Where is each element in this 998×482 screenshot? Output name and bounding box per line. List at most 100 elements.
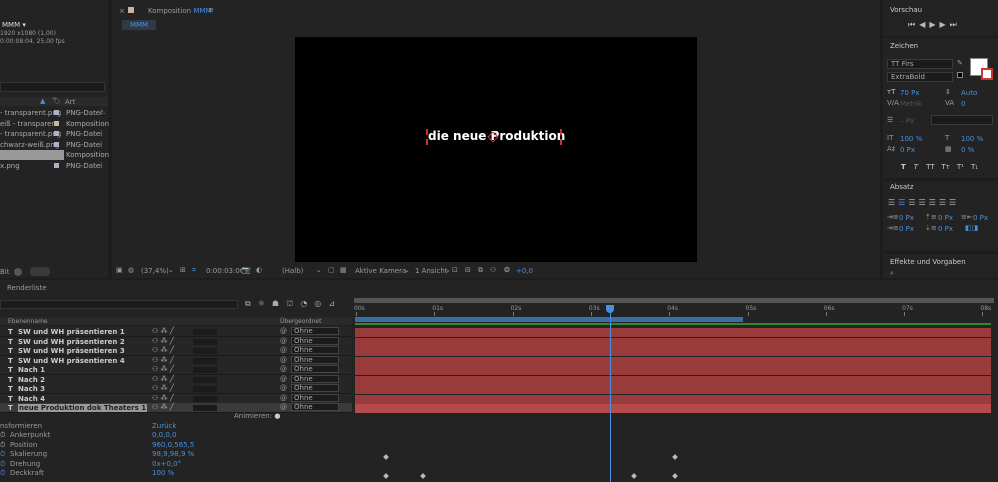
layer-switch-box[interactable] bbox=[193, 376, 217, 383]
text-bbox-handle-left[interactable] bbox=[426, 129, 431, 145]
layer-switch-box[interactable] bbox=[193, 329, 217, 335]
label-tag-icon[interactable]: 🏷 bbox=[52, 97, 61, 105]
prev-frame-icon[interactable]: ◀ bbox=[919, 20, 929, 29]
snapshot-icon[interactable]: 📷 bbox=[242, 266, 251, 274]
keyframe-icon[interactable] bbox=[383, 454, 389, 460]
pickwhip-icon[interactable]: @ bbox=[280, 365, 287, 373]
region-icon[interactable]: ⌗ bbox=[192, 266, 196, 275]
property-value[interactable]: 100 % bbox=[152, 469, 174, 477]
resolution-dropdown[interactable]: (Halb) bbox=[282, 267, 303, 275]
transform-property[interactable]: ⏱ Ankerpunkt 0,0,0,0 bbox=[0, 431, 352, 440]
eyedropper-icon[interactable]: ✎ bbox=[957, 59, 963, 67]
keyframe-icon[interactable] bbox=[383, 473, 389, 479]
bpc-label[interactable]: Bit bbox=[0, 268, 10, 276]
effects-search-icon[interactable]: ⌕ bbox=[890, 269, 894, 278]
first-line-value[interactable]: 0 Px bbox=[899, 225, 914, 233]
roi-icon[interactable]: ▢ bbox=[328, 266, 335, 274]
pickwhip-icon[interactable]: @ bbox=[280, 384, 287, 392]
property-value[interactable]: 960,0,565,5 bbox=[152, 441, 194, 449]
justify-all-icon[interactable]: ☰ bbox=[949, 198, 959, 207]
always-preview-icon[interactable]: ▣ bbox=[116, 266, 123, 274]
transform-property[interactable]: ⏱ Skalierung 98,9,98,9 % bbox=[0, 450, 352, 459]
exposure-value[interactable]: +0,0 bbox=[516, 267, 533, 275]
layer-switch-box[interactable] bbox=[193, 395, 217, 402]
work-area-range[interactable] bbox=[355, 317, 743, 322]
toggle-icon[interactable] bbox=[14, 268, 22, 276]
layer-duration-bar[interactable] bbox=[355, 356, 991, 366]
exposure-icon[interactable]: ❂ bbox=[504, 266, 510, 274]
resolution-chevron-icon[interactable]: ⌄ bbox=[316, 266, 322, 274]
layer-switches-icon[interactable]: ⚇ ⁂ ╱ bbox=[152, 394, 174, 402]
align-left-icon[interactable]: ☰ bbox=[888, 198, 898, 207]
layer-duration-bar[interactable] bbox=[355, 375, 991, 385]
parent-dropdown[interactable]: Ohne bbox=[291, 346, 339, 354]
stopwatch-icon[interactable]: ⏱ bbox=[0, 450, 5, 459]
project-item[interactable]: - transparent.png PNG-Datei bbox=[0, 108, 108, 118]
layer-duration-bar[interactable] bbox=[355, 337, 991, 347]
layer-switches-icon[interactable]: ⚇ ⁂ ╱ bbox=[152, 327, 174, 335]
property-value[interactable]: 0x+0,0° bbox=[152, 460, 181, 468]
comp-flowchart-icon[interactable]: ⧉ bbox=[245, 299, 258, 308]
render-queue-tab[interactable]: Renderliste bbox=[7, 284, 47, 292]
justify-right-icon[interactable]: ☰ bbox=[939, 198, 949, 207]
toggle-pixel-icon[interactable]: ⊡ bbox=[452, 266, 458, 274]
trash-icon[interactable] bbox=[30, 267, 50, 276]
pickwhip-icon[interactable]: @ bbox=[280, 356, 287, 364]
leading-value[interactable]: Auto bbox=[961, 89, 977, 97]
transform-property[interactable]: ⏱ Position 960,0,565,5 bbox=[0, 441, 352, 450]
transparency-grid-icon[interactable]: ▦ bbox=[340, 266, 347, 274]
kerning-value[interactable]: Metrik bbox=[900, 100, 922, 108]
pickwhip-icon[interactable]: @ bbox=[280, 375, 287, 383]
keyframe-icon[interactable] bbox=[420, 473, 426, 479]
project-item[interactable]: chwarz-weiß.png PNG-Datei bbox=[0, 140, 108, 150]
graph-button-icon[interactable]: ⊿ bbox=[328, 299, 342, 308]
layer-switch-box[interactable] bbox=[193, 405, 217, 411]
indent-left-value[interactable]: 0 Px bbox=[899, 214, 914, 222]
pickwhip-icon[interactable]: @ bbox=[280, 346, 287, 354]
animate-add-icon[interactable]: ● bbox=[274, 412, 280, 420]
property-value[interactable]: 0,0,0,0 bbox=[152, 431, 177, 439]
sort-arrow-icon[interactable]: ▲ bbox=[40, 97, 45, 105]
text-bbox-handle-right[interactable] bbox=[557, 129, 562, 145]
shy-icon[interactable]: ☗ bbox=[272, 299, 286, 308]
layer-duration-bar[interactable] bbox=[355, 347, 991, 356]
align-right-icon[interactable]: ☰ bbox=[908, 198, 918, 207]
comp-name[interactable]: MMM ▾ bbox=[2, 21, 26, 29]
keyframe-icon[interactable] bbox=[631, 473, 637, 479]
layer-duration-bar[interactable] bbox=[355, 394, 991, 404]
comp-tab[interactable]: MMM bbox=[122, 20, 156, 30]
views-dropdown[interactable]: 1 Ansicht bbox=[415, 267, 448, 275]
faux-bold-button[interactable]: T bbox=[901, 163, 906, 171]
layer-row[interactable]: T SW und WH präsentieren 1 ⚇ ⁂ ╱ @ Ohne bbox=[0, 327, 352, 337]
font-dropdown[interactable]: TT Firs bbox=[887, 59, 953, 69]
layer-switch-box[interactable] bbox=[193, 386, 217, 392]
transform-property[interactable]: ⏱ Deckkraft 100 % bbox=[0, 469, 352, 478]
pickwhip-icon[interactable]: @ bbox=[280, 337, 287, 345]
layer-row[interactable]: T Nach 1 ⚇ ⁂ ╱ @ Ohne bbox=[0, 365, 352, 375]
playhead[interactable] bbox=[609, 305, 611, 482]
layer-row[interactable]: T SW und WH präsentieren 2 ⚇ ⁂ ╱ @ Ohne bbox=[0, 336, 352, 347]
motion-blur-icon[interactable]: ◔ bbox=[300, 299, 314, 308]
flowchart-icon[interactable]: ⚇ bbox=[490, 266, 496, 274]
project-search-input[interactable] bbox=[0, 82, 105, 92]
layer-switches-icon[interactable]: ⚇ ⁂ ╱ bbox=[152, 365, 174, 373]
pickwhip-icon[interactable]: @ bbox=[280, 394, 287, 402]
property-value[interactable]: 98,9,98,9 % bbox=[152, 450, 194, 458]
indent-right-value[interactable]: 0 Px bbox=[973, 214, 988, 222]
stopwatch-icon[interactable]: ⏱ bbox=[0, 460, 5, 469]
direction-icon[interactable]: ◧◨ bbox=[965, 224, 978, 232]
parent-dropdown[interactable]: Ohne bbox=[291, 365, 339, 373]
all-caps-button[interactable]: TT bbox=[926, 163, 934, 171]
close-tab-icon[interactable]: × bbox=[119, 7, 125, 15]
views-chevron-icon[interactable]: ⌄ bbox=[445, 266, 451, 274]
parent-dropdown[interactable]: Ohne bbox=[291, 393, 339, 402]
parent-dropdown[interactable]: Ohne bbox=[291, 355, 339, 364]
work-area-bar[interactable] bbox=[354, 298, 994, 303]
next-frame-icon[interactable]: ▶ bbox=[940, 20, 950, 29]
subscript-button[interactable]: T₁ bbox=[971, 163, 978, 171]
layer-row[interactable]: T Nach 3 ⚇ ⁂ ╱ @ Ohne bbox=[0, 384, 352, 394]
justify-left-icon[interactable]: ☰ bbox=[919, 198, 929, 207]
layer-duration-bar[interactable] bbox=[355, 366, 991, 375]
faux-italic-button[interactable]: T bbox=[914, 163, 918, 171]
stopwatch-icon[interactable]: ⏱ bbox=[0, 431, 5, 440]
